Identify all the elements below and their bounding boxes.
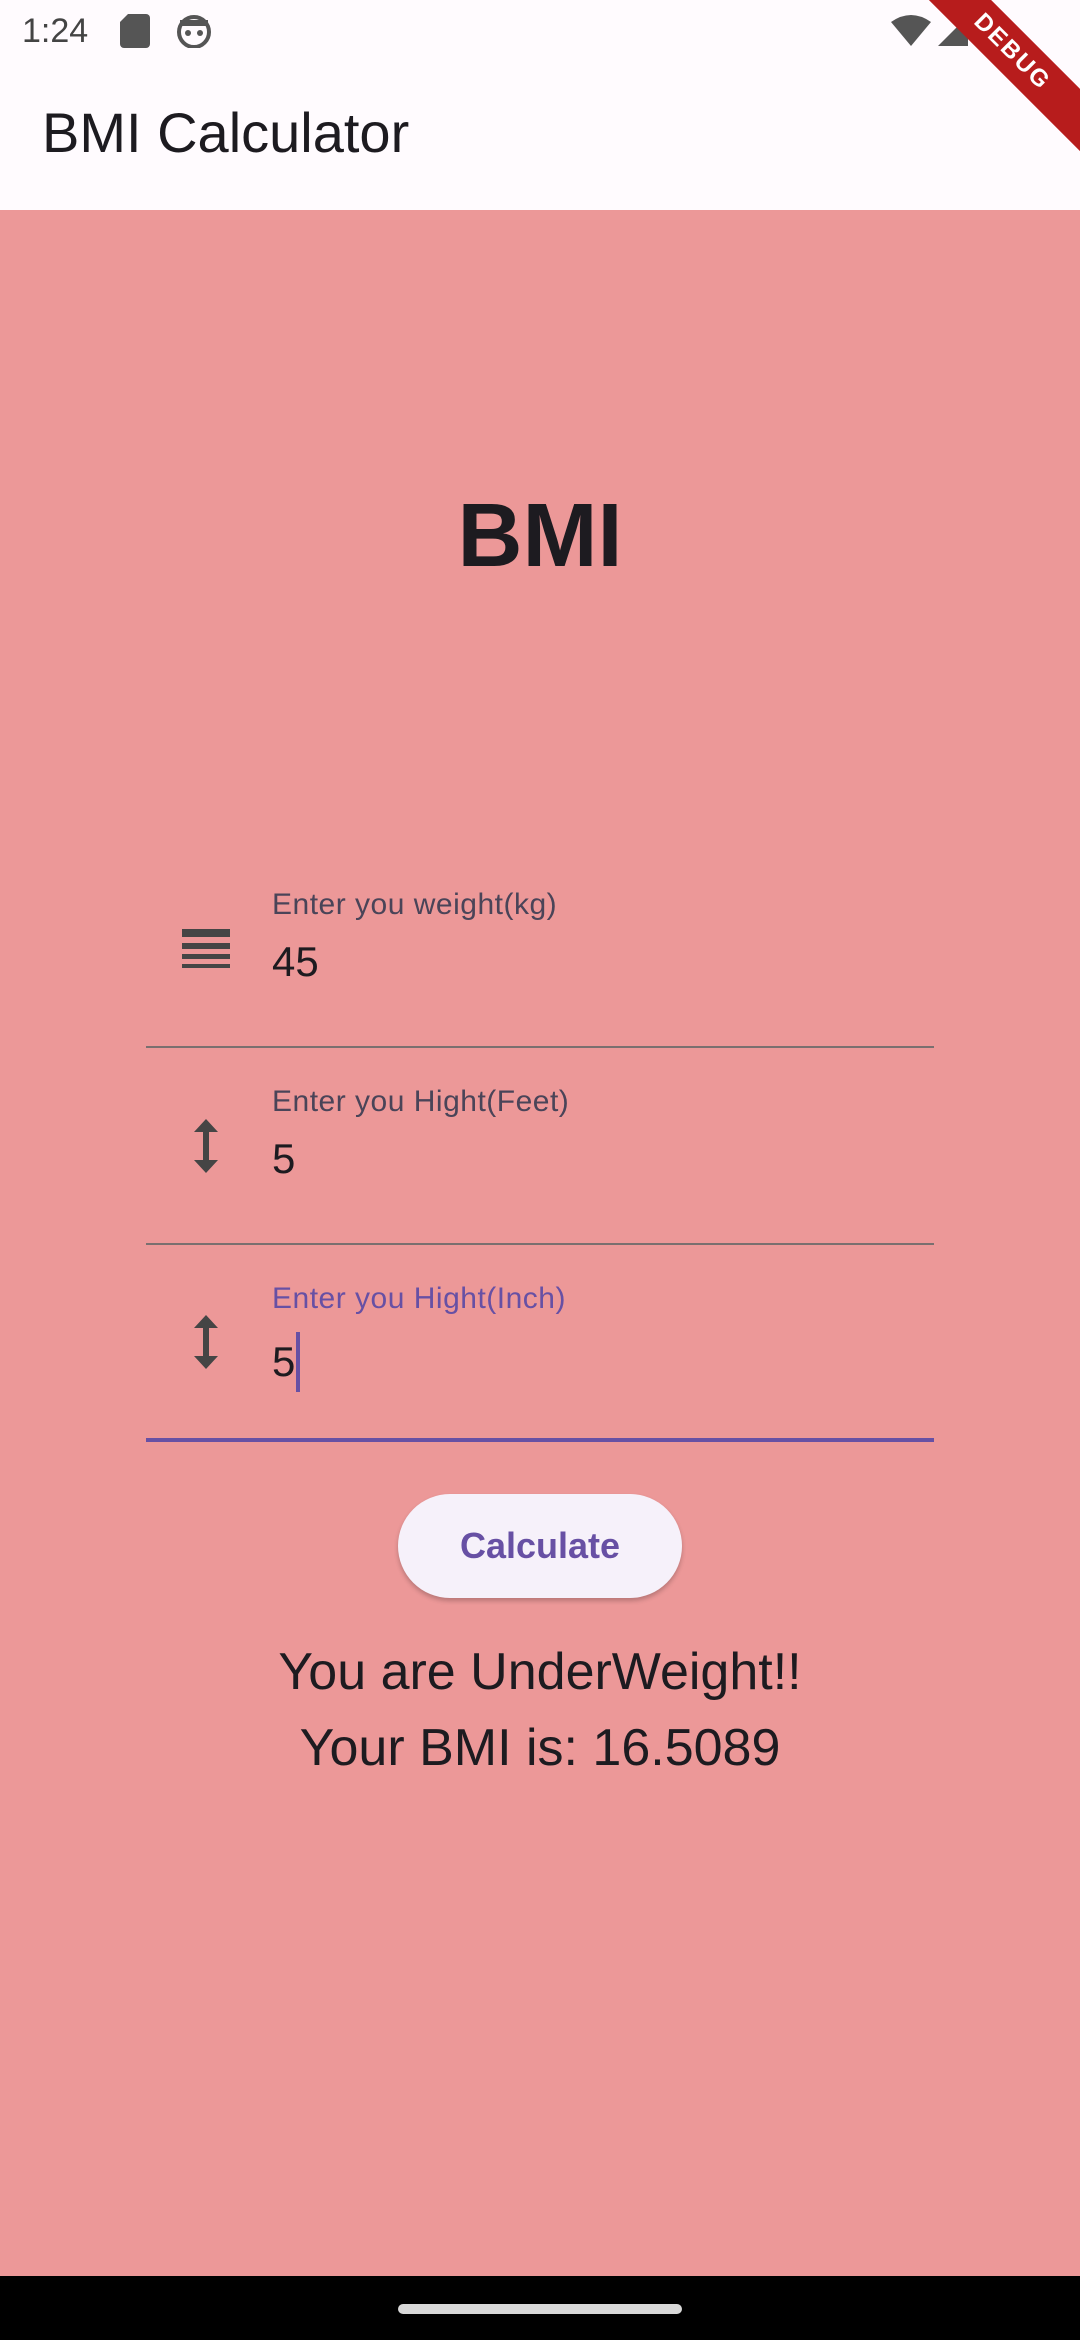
result-bmi: Your BMI is: 16.5089 [299, 1719, 781, 1777]
height-feet-value[interactable]: 5 [272, 1135, 295, 1183]
height-inch-value-wrap[interactable]: 5 [272, 1332, 301, 1392]
calculate-button[interactable]: Calculate [398, 1494, 682, 1598]
height-inch-label: Enter you Hight(Inch) [272, 1282, 566, 1315]
height-inch-input[interactable]: Enter you Hight(Inch) 5 [146, 1246, 934, 1442]
weight-value[interactable]: 45 [272, 938, 319, 986]
battery-icon [984, 14, 1006, 55]
cellular-signal-icon [936, 14, 970, 53]
result-status: You are UnderWeight!! [278, 1643, 802, 1701]
wifi-icon [890, 14, 932, 53]
system-nav-bar [0, 2276, 1080, 2340]
sd-card-icon [120, 14, 150, 53]
status-time: 1:24 [22, 12, 89, 50]
app-title: BMI Calculator [42, 101, 410, 164]
height-feet-input[interactable]: Enter you Hight(Feet) 5 [146, 1049, 934, 1245]
height-icon [180, 1049, 232, 1243]
line-weight-icon [180, 852, 232, 1046]
app-bar: BMI Calculator [0, 64, 1080, 210]
text-cursor [296, 1332, 301, 1392]
weight-input[interactable]: Enter you weight(kg) 45 [146, 852, 934, 1048]
page-heading: BMI [457, 486, 623, 586]
home-gesture-handle[interactable] [398, 2304, 682, 2314]
height-inch-value: 5 [272, 1338, 296, 1385]
status-bar: 1:24 [0, 0, 1080, 64]
android-face-icon [176, 14, 212, 53]
weight-label: Enter you weight(kg) [272, 888, 558, 921]
height-feet-label: Enter you Hight(Feet) [272, 1085, 570, 1118]
height-icon [180, 1246, 232, 1438]
